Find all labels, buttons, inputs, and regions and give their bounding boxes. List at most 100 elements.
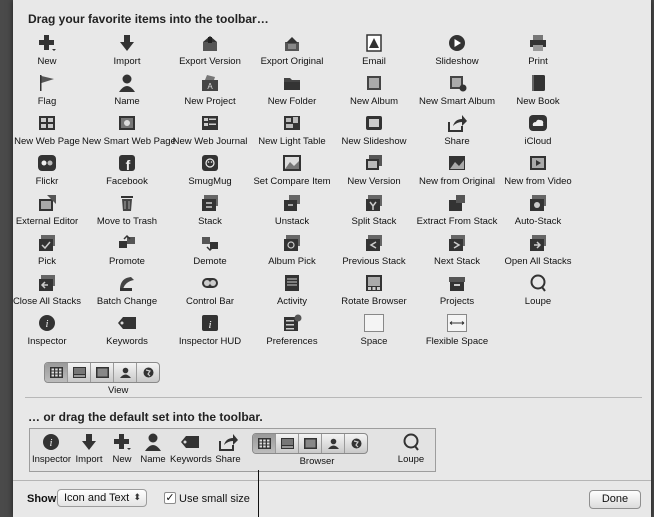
show-mode-select[interactable]: Icon and Text ⬍ [57, 489, 147, 507]
faces-icon[interactable] [114, 363, 137, 382]
toolbar-item-play[interactable]: Slideshow [412, 34, 502, 76]
toolbar-item-email[interactable]: Email [329, 34, 419, 76]
toolbar-item-trash[interactable]: Move to Trash [82, 194, 172, 236]
done-button[interactable]: Done [589, 490, 641, 509]
toolbar-item-web-page[interactable]: New Web Page [2, 114, 92, 156]
toolbar-item-flexible-space[interactable]: Flexible Space [412, 314, 502, 356]
toolbar-item-facebook[interactable]: f Facebook [82, 154, 172, 196]
toolbar-item-label: Stack [198, 216, 222, 227]
toolbar-item-pick[interactable]: Pick [2, 234, 92, 276]
toolbar-item-compare[interactable]: Set Compare Item [247, 154, 337, 196]
toolbar-item-close-stacks[interactable]: Close All Stacks [2, 274, 92, 316]
toolbar-item-label: Facebook [106, 176, 148, 187]
toolbar-item-share[interactable]: Share [412, 114, 502, 156]
section-divider [25, 397, 642, 398]
toolbar-item-new-project[interactable]: A New Project [165, 74, 255, 116]
toolbar-item-batch-change[interactable]: Batch Change [82, 274, 172, 316]
toolbar-item-light-table[interactable]: New Light Table [247, 114, 337, 156]
default-loupe: Loupe [393, 433, 429, 465]
toolbar-item-rotate-browser[interactable]: Rotate Browser [329, 274, 419, 316]
toolbar-item-projects[interactable]: Projects [412, 274, 502, 316]
activity-icon [282, 274, 302, 292]
toolbar-item-export-original[interactable]: Export Original [247, 34, 337, 76]
toolbar-item-preferences[interactable]: Preferences [247, 314, 337, 356]
toolbar-item-album-pick[interactable]: Album Pick [247, 234, 337, 276]
toolbar-item-label: New from Video [504, 176, 572, 187]
toolbar-item-smart-album[interactable]: New Smart Album [412, 74, 502, 116]
toolbar-item-video[interactable]: New from Video [493, 154, 583, 196]
toolbar-item-info[interactable]: i Inspector [2, 314, 92, 356]
toolbar-item-promote[interactable]: Promote [82, 234, 172, 276]
smart-album-icon [447, 74, 467, 92]
toolbar-item-download-arrow[interactable]: Import [82, 34, 172, 76]
toolbar-item-new-from-original[interactable]: New from Original [412, 154, 502, 196]
toolbar-item-label: Batch Change [96, 296, 158, 307]
toolbar-item-loupe[interactable]: Loupe [493, 274, 583, 316]
toolbar-item-label: New Version [347, 176, 401, 187]
open-stacks-icon [528, 234, 548, 252]
toolbar-item-label: Preferences [266, 336, 318, 347]
auto-stack-icon [528, 194, 548, 212]
plus-icon [37, 34, 57, 52]
footer-divider [13, 480, 651, 481]
toolbar-item-smugmug[interactable]: SmugMug [165, 154, 255, 196]
toolbar-item-cloud[interactable]: iCloud [493, 114, 583, 156]
toolbar-item-flickr[interactable]: Flickr [2, 154, 92, 196]
toolbar-item-tag[interactable]: Keywords [82, 314, 172, 356]
toolbar-item-next-stack[interactable]: Next Stack [412, 234, 502, 276]
toolbar-item-flag[interactable]: Flag [2, 74, 92, 116]
faces-icon [322, 434, 345, 453]
new-project-icon: A [200, 74, 220, 92]
toolbar-item-extract-stack[interactable]: Extract From Stack [412, 194, 502, 236]
toolbar-item-printer[interactable]: Print [493, 34, 583, 76]
toolbar-item-space[interactable]: Space [329, 314, 419, 356]
unstack-icon [282, 194, 302, 212]
toolbar-item-slideshow[interactable]: New Slideshow [329, 114, 419, 156]
toolbar-item-label: Projects [439, 296, 475, 307]
toolbar-item-book[interactable]: New Book [493, 74, 583, 116]
close-stacks-icon [37, 274, 57, 292]
control-bar-icon [200, 274, 220, 292]
toolbar-item-demote[interactable]: Demote [165, 234, 255, 276]
tag-icon [180, 433, 200, 451]
toolbar-item-export-version[interactable]: Export Version [165, 34, 255, 76]
toolbar-item-label: iCloud [524, 136, 552, 147]
places-icon[interactable] [137, 363, 159, 382]
toolbar-item-unstack[interactable]: Unstack [247, 194, 337, 236]
flag-icon [37, 74, 57, 92]
toolbar-item-label: Rotate Browser [341, 296, 407, 307]
toolbar-item-folder[interactable]: New Folder [247, 74, 337, 116]
default-name: Name [138, 433, 168, 465]
slideshow-icon [364, 114, 384, 132]
view-segmented-control[interactable] [44, 362, 160, 383]
toolbar-item-plus[interactable]: New [2, 34, 92, 76]
toolbar-item-label: Export Version [179, 56, 241, 67]
small-size-checkbox[interactable]: ✓ [164, 492, 176, 504]
show-label: Show [27, 493, 57, 505]
toolbar-item-stack[interactable]: Stack [165, 194, 255, 236]
toolbar-item-activity[interactable]: Activity [247, 274, 337, 316]
toolbar-item-control-bar[interactable]: Control Bar [165, 274, 255, 316]
toolbar-item-new-version[interactable]: New Version [329, 154, 419, 196]
updown-arrows-icon: ⬍ [133, 492, 141, 502]
toolbar-item-info-hud[interactable]: i Inspector HUD [165, 314, 255, 356]
toolbar-item-smart-web-page[interactable]: New Smart Web Page [82, 114, 176, 156]
toolbar-item-split-stack[interactable]: Split Stack [329, 194, 419, 236]
export-original-icon [282, 34, 302, 52]
toolbar-item-previous-stack[interactable]: Previous Stack [329, 234, 419, 276]
toolbar-item-person[interactable]: Name [82, 74, 172, 116]
toolbar-item-external-editor[interactable]: External Editor [2, 194, 92, 236]
viewer-icon[interactable] [91, 363, 114, 382]
grid-view-icon[interactable] [45, 363, 68, 382]
toolbar-item-album[interactable]: New Album [329, 74, 419, 116]
toolbar-item-open-stacks[interactable]: Open All Stacks [493, 234, 583, 276]
toolbar-item-label: New Light Table [258, 136, 326, 147]
toolbar-item-web-journal[interactable]: New Web Journal [165, 114, 255, 156]
toolbar-item-auto-stack[interactable]: Auto-Stack [493, 194, 583, 236]
toolbar-item-label: Loupe [524, 296, 552, 307]
info-icon: i [37, 314, 57, 332]
filmstrip-view-icon[interactable] [68, 363, 91, 382]
default-browser-label: Browser [299, 456, 335, 467]
next-stack-icon [447, 234, 467, 252]
default-toolbar-set[interactable]: i Inspector Import New Name Keywords Sha… [29, 428, 436, 472]
